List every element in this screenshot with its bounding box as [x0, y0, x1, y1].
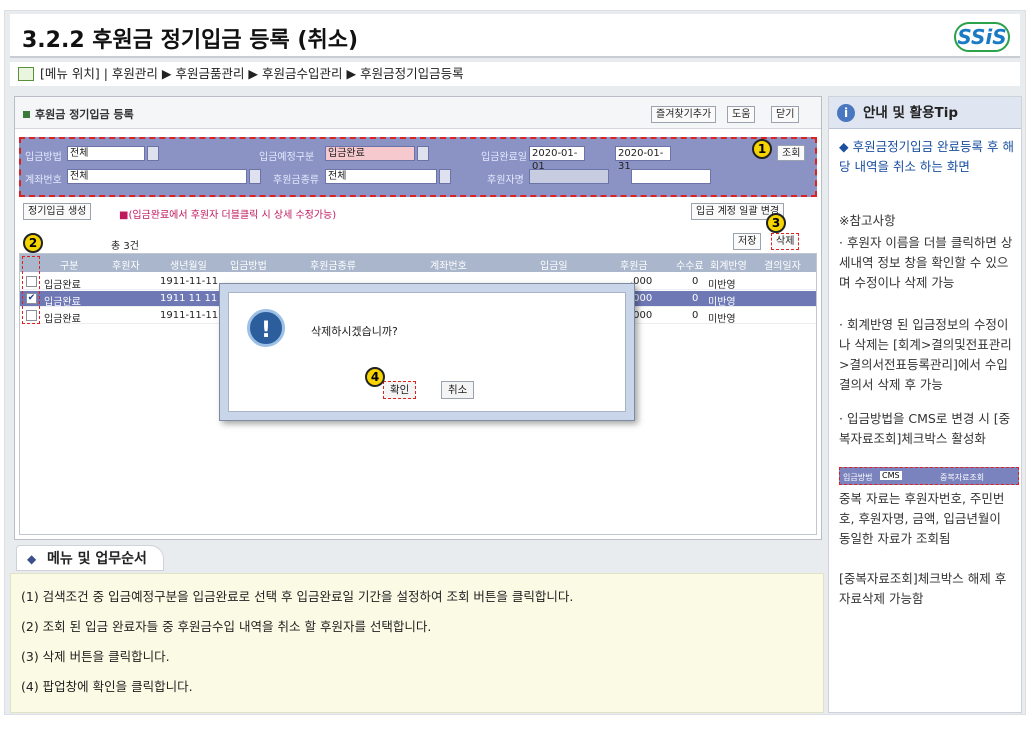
- col-header: 결의일자: [764, 261, 801, 272]
- confirm-dialog: ! 삭제하시겠습니까? 확인 취소: [219, 283, 635, 421]
- tip-ref-title: ※참고사항: [839, 213, 896, 228]
- marker-4: 4: [365, 367, 385, 387]
- col-header: 생년월일: [170, 261, 207, 272]
- checkbox-highlight: [22, 256, 40, 324]
- cell: 0: [692, 310, 699, 321]
- window-title: 후원금 정기입금 등록: [23, 106, 134, 122]
- total-count: 총 3건: [111, 241, 139, 252]
- mini-screenshot: 입금방법 CMS 중복자료조회: [839, 467, 1019, 485]
- tip-ref5: [중복자료조회]체크박스 해제 후 자료삭제 가능함: [839, 571, 1007, 606]
- col-header: 구분: [60, 261, 79, 272]
- cell: 입금완료: [44, 297, 81, 308]
- col-header: 후원금: [620, 261, 648, 272]
- chevron-down-icon[interactable]: [417, 146, 429, 161]
- date-from-input[interactable]: 2020-01-01: [529, 146, 585, 172]
- col-header: 후원금종류: [310, 261, 356, 272]
- cell: 1911-11-11: [160, 310, 219, 321]
- cell: 0: [692, 276, 699, 287]
- mini-check: 중복자료조회: [940, 473, 985, 482]
- dialog-message: 삭제하시겠습니까?: [311, 325, 398, 338]
- tip-main: ◆ 후원금정기입금 완료등록 후 해당 내역을 취소 하는 화면: [839, 139, 1015, 174]
- cell: 0: [692, 293, 699, 304]
- cancel-button[interactable]: 취소: [441, 381, 475, 399]
- marker-2: 2: [23, 233, 43, 253]
- menu-title: 메뉴 및 업무순서: [16, 545, 164, 572]
- ok-button[interactable]: 확인: [383, 381, 417, 399]
- account-label: 계좌번호: [25, 175, 62, 186]
- tip-ref4: 중복 자료는 후원자번호, 주민번호, 후원자명, 금액, 입금년월이 동일한 …: [839, 491, 1005, 546]
- col-header: 입금일: [540, 261, 568, 272]
- col-header: 계좌번호: [430, 261, 467, 272]
- dialog-body: ! 삭제하시겠습니까? 확인 취소: [228, 292, 626, 412]
- donor-label: 후원자명: [487, 175, 524, 186]
- help-button[interactable]: 도움: [727, 106, 756, 123]
- search-panel: 입금방법 전체 입금예정구분 입금완료 입금완료일 2020-01-01 202…: [19, 137, 817, 197]
- tip-ref1: · 후원자 이름을 더블 클릭하면 상세내역 정보 창을 확인할 수 있으며 수…: [839, 235, 1013, 290]
- chevron-down-icon[interactable]: [147, 146, 159, 161]
- favorite-button[interactable]: 즐겨찾기추가: [651, 106, 717, 123]
- chevron-down-icon[interactable]: [439, 169, 451, 184]
- save-button[interactable]: 저장: [733, 233, 762, 250]
- type-label: 입금예정구분: [259, 152, 315, 163]
- kind-label: 후원금종류: [273, 175, 319, 186]
- tip-title: 안내 및 활용Tip: [863, 105, 958, 121]
- step-item: (2) 조회 된 입금 완료자들 중 후원금수입 내역을 취소 할 후원자를 선…: [21, 619, 432, 634]
- delete-button[interactable]: 삭제: [771, 233, 800, 250]
- search-button[interactable]: 조회: [777, 145, 806, 161]
- alert-icon: !: [247, 309, 285, 347]
- menu-header: 메뉴 및 업무순서: [10, 545, 824, 573]
- marker-3: 3: [766, 213, 786, 233]
- grid-header: 구분 후원자 생년월일 입금방법 후원금종류 계좌번호 입금일 후원금 수수료 …: [20, 254, 816, 272]
- account-select[interactable]: 전체: [67, 169, 247, 184]
- create-button[interactable]: 정기입금 생성: [23, 203, 92, 220]
- date-to-input[interactable]: 2020-01-31: [615, 146, 671, 172]
- tip-ref3: · 입금방법을 CMS로 변경 시 [중복자료조회]체크박스 활성화: [839, 411, 1011, 446]
- col-header: 회계반영: [710, 261, 747, 272]
- ssis-logo: SSiS: [954, 22, 1010, 52]
- app-screenshot: 후원금 정기입금 등록 즐겨찾기추가 도움 닫기 입금방법 전체 입금예정구분 …: [14, 96, 822, 540]
- cell: 입금완료: [44, 314, 81, 325]
- cell: 미반영: [708, 314, 736, 325]
- steps-list: (1) 검색조건 중 입금예정구분을 입금완료로 선택 후 입금완료일 기간을 …: [10, 573, 824, 713]
- type-select[interactable]: 입금완료: [325, 146, 415, 161]
- col-header: 입금방법: [230, 261, 267, 272]
- col-header: 수수료: [676, 261, 704, 272]
- mini-label: 입금방법: [843, 473, 873, 482]
- page-title: 3.2.2 후원금 정기입금 등록 (취소): [22, 28, 359, 53]
- cell: 입금완료: [44, 280, 81, 291]
- mini-value: CMS: [880, 471, 902, 480]
- tip-ref2: · 회계반영 된 입금정보의 수정이나 삭제는 [회계>결의및전표관리>결의서전…: [839, 317, 1012, 392]
- date-label: 입금완료일: [481, 152, 527, 163]
- donor-name-input[interactable]: [631, 169, 711, 184]
- col-header: 후원자: [112, 261, 140, 272]
- menu-location-icon: [18, 67, 34, 81]
- close-button[interactable]: 닫기: [771, 106, 800, 123]
- method-label: 입금방법: [25, 152, 62, 163]
- cell: 1911 11 11: [160, 293, 218, 304]
- page-header: 3.2.2 후원금 정기입금 등록 (취소) SSiS: [10, 14, 1020, 58]
- donor-input[interactable]: [529, 169, 609, 184]
- marker-1: 1: [752, 139, 772, 159]
- step-item: (1) 검색조건 중 입금예정구분을 입금완료로 선택 후 입금완료일 기간을 …: [21, 589, 574, 604]
- breadcrumb: [메뉴 위치] | 후원관리 ▶ 후원금품관리 ▶ 후원금수입관리 ▶ 후원금정…: [10, 62, 1020, 86]
- window-titlebar: 후원금 정기입금 등록 즐겨찾기추가 도움 닫기: [15, 97, 821, 129]
- cell: 1911-11-11: [160, 276, 219, 287]
- tip-header: i 안내 및 활용Tip: [829, 97, 1021, 129]
- notice-text: ■(입금완료에서 후원자 더블클릭 시 상세 수정가능): [119, 210, 337, 221]
- step-item: (4) 팝업창에 확인을 클릭합니다.: [21, 679, 193, 694]
- cell: 미반영: [708, 280, 736, 291]
- step-item: (3) 삭제 버튼을 클릭합니다.: [21, 649, 170, 664]
- tip-panel: i 안내 및 활용Tip ◆ 후원금정기입금 완료등록 후 해당 내역을 취소 하…: [828, 96, 1022, 713]
- breadcrumb-text: [메뉴 위치] | 후원관리 ▶ 후원금품관리 ▶ 후원금수입관리 ▶ 후원금정…: [40, 66, 464, 81]
- cell: 미반영: [708, 297, 736, 308]
- method-select[interactable]: 전체: [67, 146, 145, 161]
- kind-select[interactable]: 전체: [325, 169, 437, 184]
- info-icon: i: [837, 104, 855, 122]
- chevron-down-icon[interactable]: [249, 169, 261, 184]
